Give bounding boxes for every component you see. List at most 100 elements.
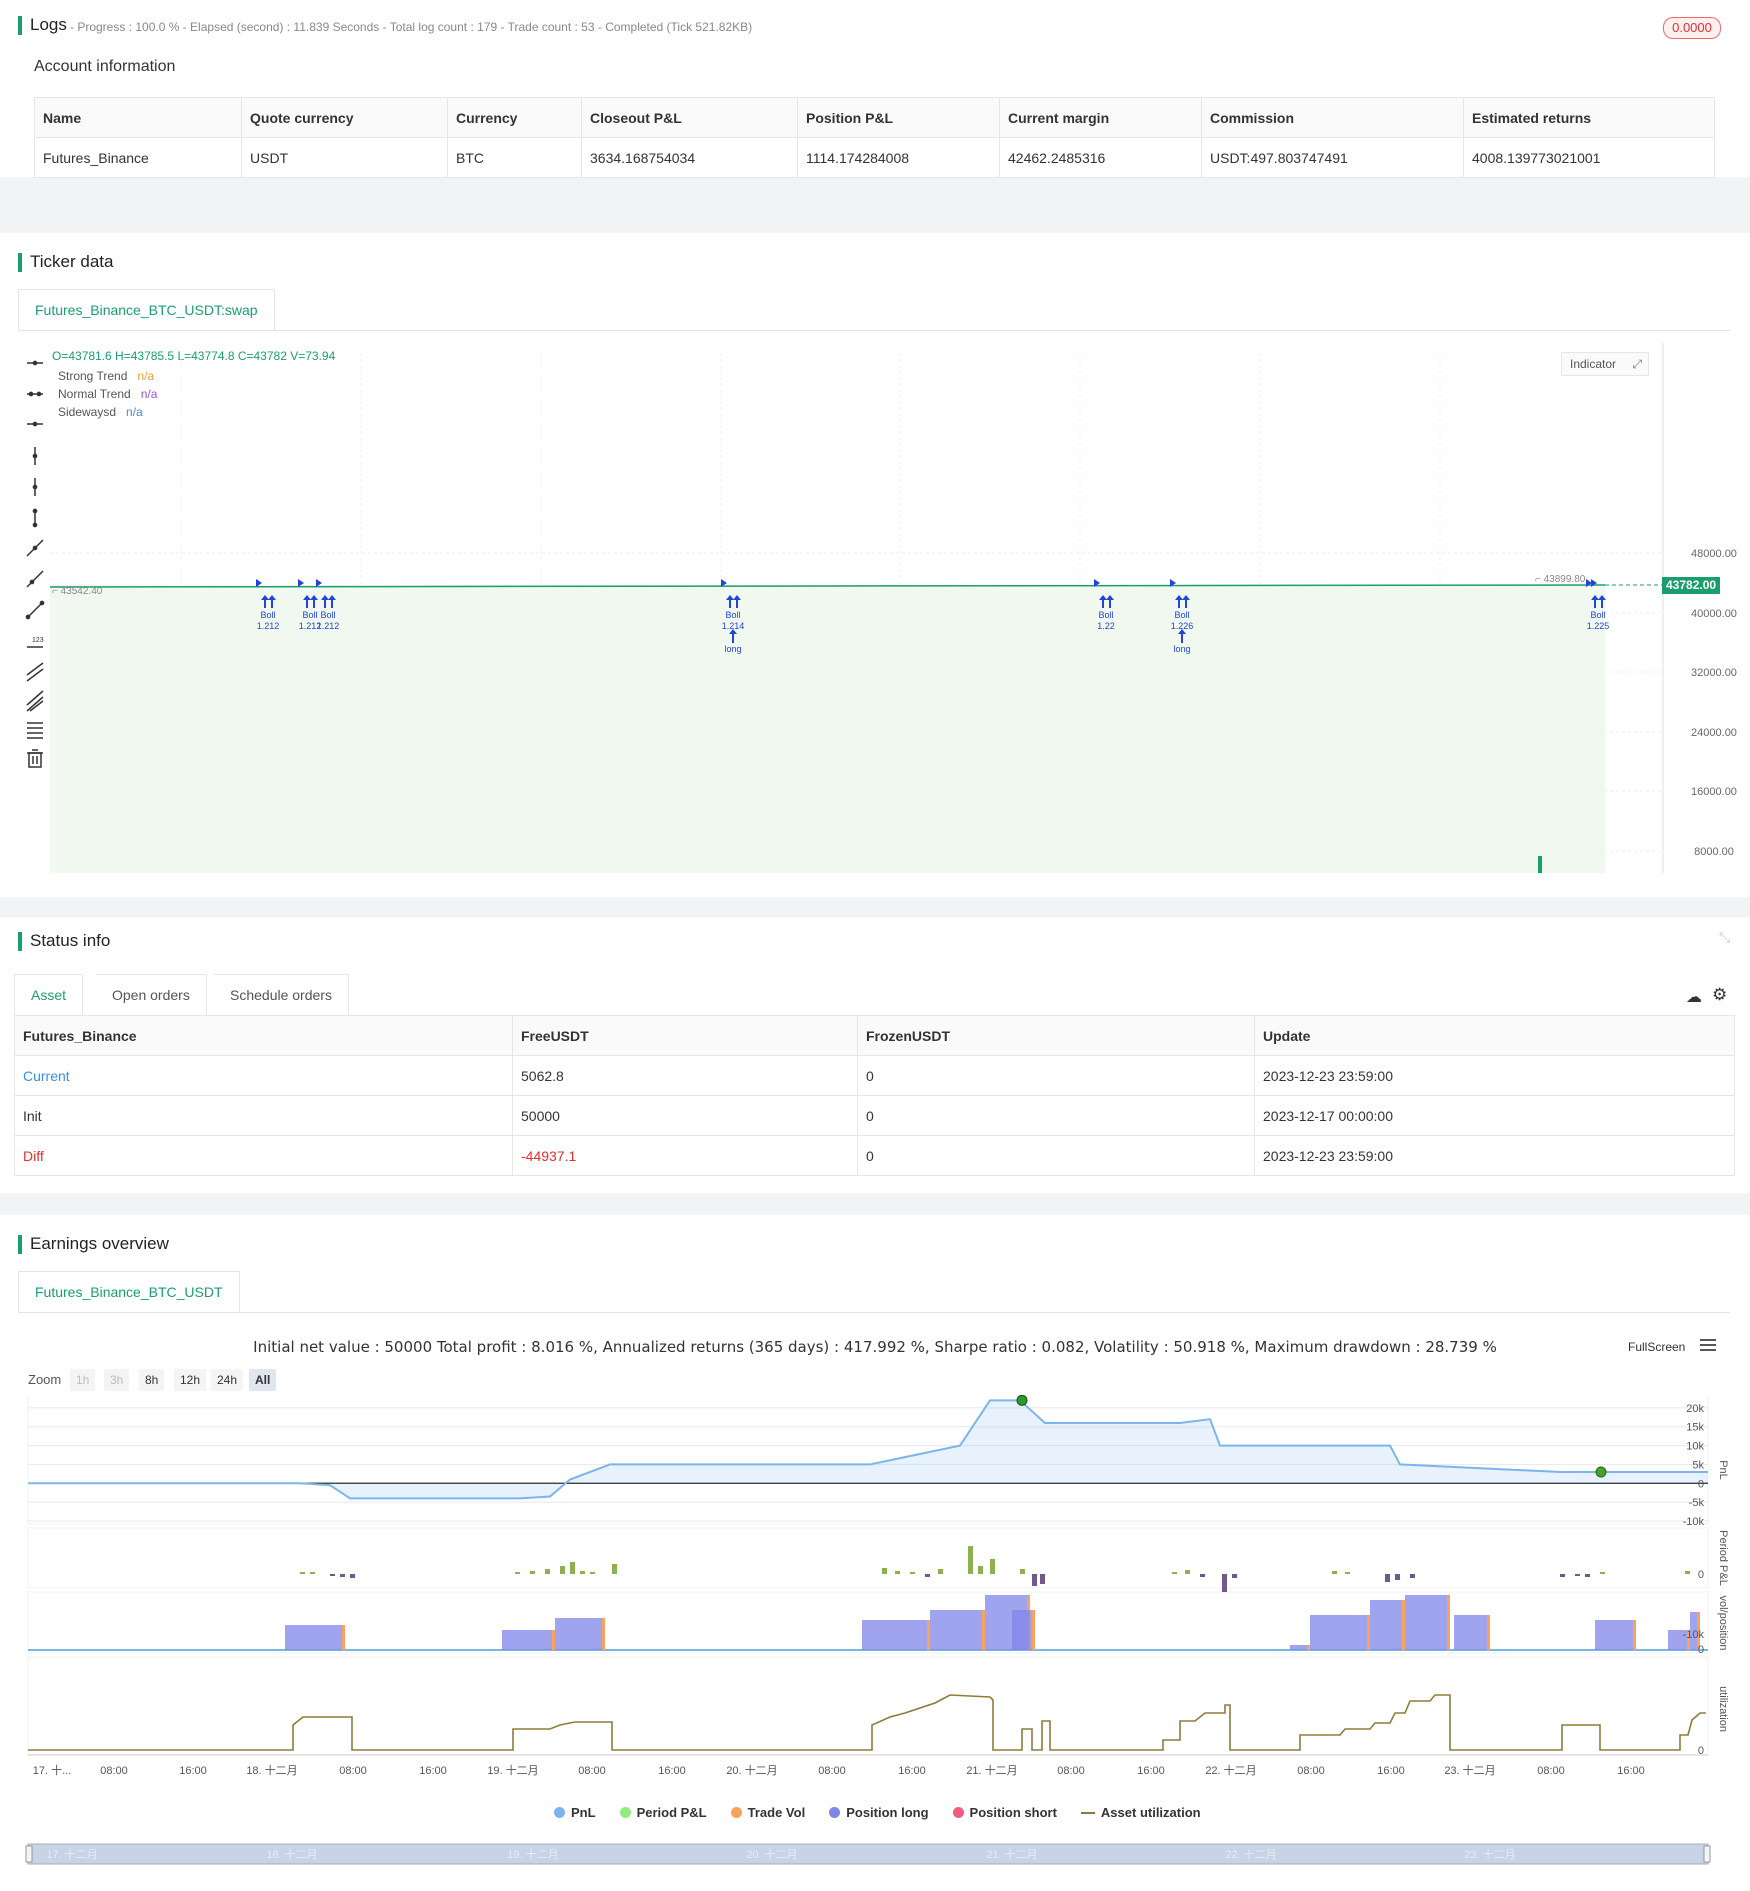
tab-open-orders[interactable]: Open orders (96, 974, 207, 1016)
earnings-summary: Initial net value : 50000 Total profit :… (253, 1338, 1497, 1356)
tab-asset[interactable]: Asset (14, 974, 84, 1016)
account-header-row: Name Quote currency Currency Closeout P&… (34, 97, 1715, 138)
signal-label: Boll (1174, 610, 1189, 620)
fullscreen-button[interactable]: FullScreen (1628, 1340, 1685, 1354)
table-row: Diff -44937.1 0 2023-12-23 23:59:00 (14, 1135, 1735, 1176)
period-bar (1685, 1571, 1690, 1574)
navigator-tick-label: 18. 十二月 (266, 1847, 317, 1861)
legend-position-long[interactable]: Position long (829, 1805, 929, 1820)
tab-earnings-symbol[interactable]: Futures_Binance_BTC_USDT (18, 1271, 240, 1313)
col-header: Position P&L (797, 97, 1000, 138)
period-bar (1385, 1574, 1390, 1582)
period-bar (1345, 1572, 1350, 1574)
x-tick-label: 08:00 (339, 1765, 367, 1777)
legend-trade-vol[interactable]: Trade Vol (730, 1805, 805, 1820)
signal-label: Boll (302, 610, 317, 620)
zoom-24h-button[interactable]: 24h (211, 1369, 244, 1391)
x-tick-label: 21. 十二月 (966, 1763, 1017, 1777)
x-tick-label: 08:00 (100, 1765, 128, 1777)
axis-title: vol/position (1717, 1595, 1729, 1650)
zoom-3h-button[interactable]: 3h (104, 1369, 130, 1391)
signal-label: Boll (1590, 610, 1605, 620)
period-bar (1172, 1572, 1177, 1574)
y-tick-label: 10k (1686, 1441, 1704, 1453)
zoom-all-button[interactable]: All (249, 1369, 277, 1391)
legend-period-pnl[interactable]: Period P&L (619, 1805, 707, 1820)
y-tick-label: 40000.00 (1691, 608, 1737, 620)
col-header: Current margin (999, 97, 1202, 138)
logs-panel: Logs - Progress : 100.0 % - Elapsed (sec… (0, 0, 1750, 178)
period-bar (1332, 1571, 1337, 1574)
zoom-1h-button[interactable]: 1h (70, 1369, 96, 1391)
col-header: FreeUSDT (512, 1015, 858, 1056)
navigator[interactable]: 17. 十二月 18. 十二月 19. 十二月 20. 十二月 21. 十二月 22. 十… (25, 1843, 1711, 1865)
col-header: Futures_Binance (14, 1015, 513, 1056)
period-bar (1020, 1569, 1025, 1574)
y-tick-label: 25k (1686, 1395, 1704, 1396)
close-icon[interactable]: ⤡ (1719, 929, 1730, 946)
tab-schedule-orders[interactable]: Schedule orders (214, 974, 349, 1016)
col-header: Estimated returns (1463, 97, 1715, 138)
x-tick-label: 16:00 (1617, 1765, 1645, 1777)
x-tick-label: 16:00 (419, 1765, 447, 1777)
col-header: Closeout P&L (581, 97, 798, 138)
col-header: Quote currency (241, 97, 448, 138)
period-bar (968, 1546, 973, 1574)
earnings-axes: 25k20k15k10k5k0-5k-10k0-10k00PnLPeriod P… (28, 1395, 1729, 1777)
x-tick-label: 20. 十二月 (726, 1763, 777, 1777)
period-bar (1410, 1574, 1415, 1578)
position-long-block (1012, 1610, 1035, 1650)
y-tick-label: 0 (1698, 1478, 1704, 1490)
table-cell: 42462.2485316 (999, 137, 1202, 178)
period-bar (590, 1572, 595, 1574)
signal-label: 1.212 (257, 621, 280, 631)
period-bar (330, 1574, 335, 1576)
table-cell: 5062.8 (512, 1055, 858, 1096)
ticker-chart[interactable]: Boll1.212Boll1.212Boll1.212Boll1.214long… (0, 343, 1750, 873)
period-bar (1185, 1570, 1190, 1574)
period-bar (580, 1571, 585, 1574)
navigator-tick-label: 21. 十二月 (986, 1847, 1037, 1861)
period-bar (1232, 1574, 1237, 1578)
period-bar (340, 1574, 345, 1577)
pane-frame (27, 1527, 1709, 1589)
earnings-title: Earnings overview (18, 1234, 169, 1254)
position-long-block (1370, 1600, 1405, 1650)
position-long-block (1405, 1595, 1450, 1650)
navigator-tick-label: 22. 十二月 (1225, 1847, 1276, 1861)
period-bar (978, 1566, 983, 1574)
axis-title: utilization (1717, 1686, 1729, 1732)
period-bar (560, 1566, 565, 1574)
row-label-current[interactable]: Current (14, 1055, 513, 1096)
signal-label: Boll (260, 610, 275, 620)
y-tick-label: 0 (1698, 1569, 1704, 1581)
zoom-12h-button[interactable]: 12h (174, 1369, 207, 1391)
legend-position-short[interactable]: Position short (952, 1805, 1057, 1820)
y-tick-label: 16000.00 (1691, 786, 1737, 798)
period-bar (895, 1571, 900, 1574)
left-price-label: ⌐ 43542.40 (52, 586, 103, 597)
price-area-fill (50, 585, 1605, 873)
cloud-upload-icon[interactable]: ☁ (1686, 987, 1702, 1007)
trade-vol-bar (1487, 1615, 1490, 1650)
legend-asset-utilization[interactable]: Asset utilization (1080, 1805, 1201, 1820)
trade-vol-bar (1367, 1615, 1370, 1650)
legend-pnl[interactable]: PnL (554, 1805, 596, 1820)
trade-vol-bar (1307, 1645, 1310, 1650)
table-cell: -44937.1 (512, 1135, 858, 1176)
period-bar (1222, 1574, 1227, 1592)
vol-position-series (28, 1595, 1708, 1651)
menu-icon[interactable] (1700, 1336, 1716, 1354)
zoom-8h-button[interactable]: 8h (139, 1369, 165, 1391)
status-title: Status info (18, 931, 110, 951)
gear-icon[interactable]: ⚙ (1712, 985, 1727, 1005)
x-tick-label: 19. 十二月 (487, 1763, 538, 1777)
trade-vol-bar (1402, 1600, 1405, 1650)
utilization-line (28, 1694, 1706, 1751)
tab-ticker-symbol[interactable]: Futures_Binance_BTC_USDT:swap (18, 289, 275, 331)
table-cell: 2023-12-23 23:59:00 (1254, 1055, 1735, 1096)
logs-title: Logs (18, 15, 67, 35)
y-tick-label: 15k (1686, 1422, 1704, 1434)
y-tick-label: -10k (1683, 1629, 1705, 1641)
y-tick-label: 32000.00 (1691, 667, 1737, 679)
